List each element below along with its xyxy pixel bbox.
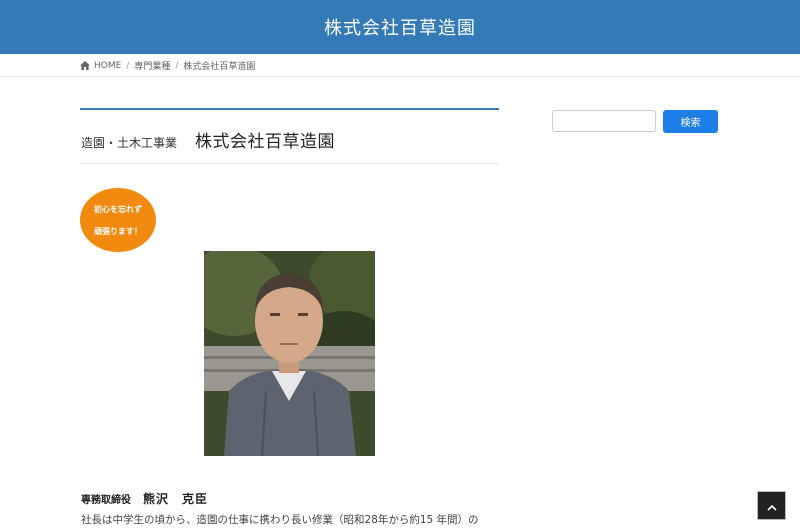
page-title: 造園・土木工事業 株式会社百草造園 (80, 110, 499, 164)
motto-badge: 初心を忘れず 頑張ります！ (80, 188, 156, 252)
site-header: 株式会社百草造園 (0, 0, 800, 54)
scroll-to-top-button[interactable] (757, 491, 786, 520)
person-heading: 専務取締役 熊沢 克臣 (81, 488, 208, 507)
breadcrumb-separator: / (175, 60, 179, 71)
breadcrumb-home-link[interactable]: HOME (94, 61, 121, 71)
bio-text: 社長は中学生の頃から、造園の仕事に携わり長い修業（昭和28年から約15 年間）の (81, 514, 479, 526)
breadcrumb-bar: HOME / 専門業種 / 株式会社百草造園 (0, 54, 800, 77)
chevron-up-icon (766, 496, 777, 515)
breadcrumb-item-category[interactable]: 専門業種 (134, 59, 170, 72)
company-name: 株式会社百草造園 (195, 132, 336, 152)
breadcrumb-separator: / (126, 60, 130, 71)
person-role: 専務取締役 (81, 495, 131, 506)
person-photo (204, 251, 375, 456)
category-label: 造園・土木工事業 (81, 136, 178, 150)
breadcrumb-item-current: 株式会社百草造園 (183, 62, 256, 72)
motto-line-1: 初心を忘れず (94, 204, 142, 214)
breadcrumb: HOME / 専門業種 / 株式会社百草造園 (80, 59, 255, 72)
home-icon[interactable] (80, 61, 90, 70)
motto-line-2: 頑張ります！ (94, 226, 142, 236)
main-content: 造園・土木工事業 株式会社百草造園 初心を忘れず 頑張ります！ 専務取締役 熊沢 … (80, 108, 499, 526)
search-button[interactable]: 検索 (663, 110, 718, 133)
person-name: 熊沢 克臣 (143, 492, 209, 506)
site-title[interactable]: 株式会社百草造園 (324, 14, 476, 40)
search-input[interactable] (552, 110, 656, 132)
